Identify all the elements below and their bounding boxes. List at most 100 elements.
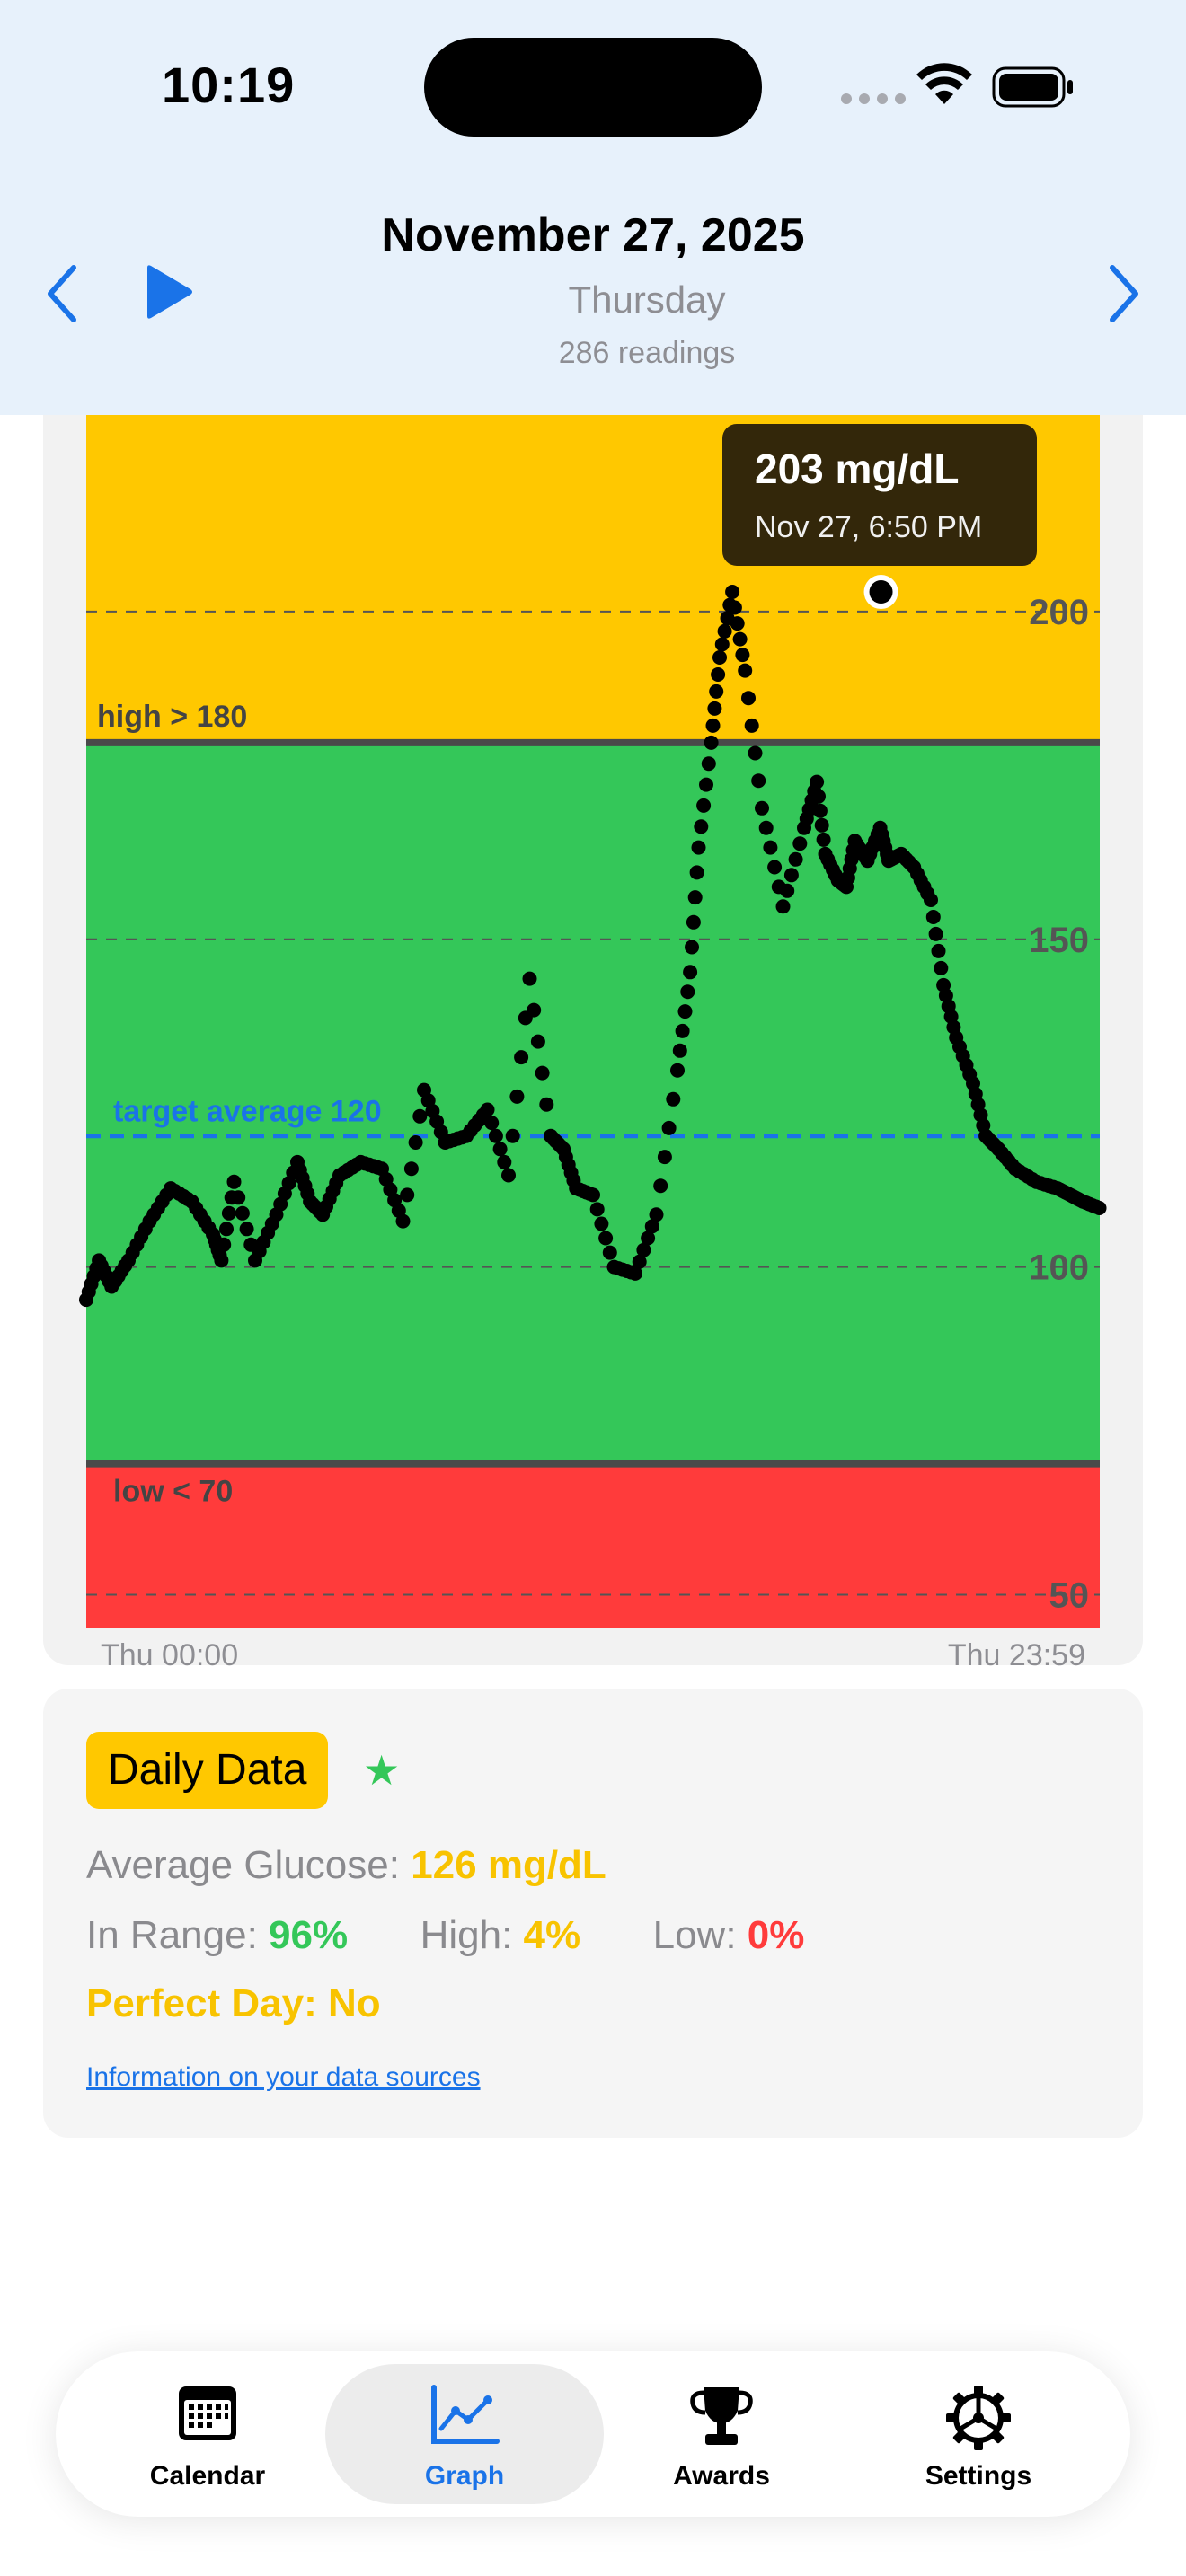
y-tick-label: 50: [1049, 1576, 1090, 1616]
data-point: [931, 943, 946, 958]
data-point: [714, 637, 730, 652]
star-icon: ★: [363, 1747, 401, 1794]
data-point: [814, 817, 829, 833]
data-point: [925, 910, 941, 924]
data-point: [221, 1205, 236, 1221]
signal-icon: [841, 93, 906, 104]
data-point: [598, 1231, 614, 1246]
data-point: [501, 1168, 516, 1183]
data-point: [812, 803, 828, 818]
high-band-label: high > 180: [97, 700, 247, 734]
data-point: [783, 868, 799, 883]
data-point: [709, 684, 724, 699]
y-tick-label: 100: [1029, 1248, 1089, 1288]
data-point: [717, 623, 732, 639]
data-point: [694, 819, 709, 834]
data-point: [705, 718, 721, 733]
average-glucose-row: Average Glucose: 126 mg/dL: [86, 1843, 606, 1888]
data-point: [730, 616, 745, 631]
data-point: [497, 1154, 512, 1169]
data-point: [934, 960, 949, 975]
data-point: [775, 899, 791, 914]
data-point: [727, 600, 742, 615]
band-2: [86, 1463, 1100, 1628]
data-point: [395, 1213, 411, 1229]
data-point: [711, 667, 726, 682]
data-point: [751, 773, 766, 789]
data-point: [480, 1102, 495, 1117]
data-point: [235, 1205, 250, 1221]
data-point: [741, 691, 756, 706]
tab-settings[interactable]: Settings: [839, 2364, 1118, 2504]
perfect-day-status: Perfect Day: No: [86, 1981, 381, 2025]
data-point: [699, 777, 713, 792]
glucose-chart[interactable]: high > 180 low < 70 50 100 150 200 target aver…: [0, 415, 1186, 1672]
data-point: [1092, 1200, 1107, 1215]
data-point: [509, 1089, 525, 1104]
data-point: [792, 836, 808, 851]
data-point: [685, 940, 699, 955]
daily-data-badge: Daily Data: [86, 1732, 329, 1809]
data-point: [226, 1174, 242, 1189]
data-point: [505, 1128, 520, 1143]
data-point: [666, 1091, 681, 1107]
data-point: [735, 648, 750, 663]
data-point: [527, 1002, 542, 1018]
data-point: [701, 756, 716, 772]
data-point: [400, 1187, 415, 1203]
high-value: 4%: [523, 1913, 581, 1957]
target-label: target average 120: [113, 1095, 382, 1129]
data-point: [704, 735, 719, 750]
graph-icon: [431, 2385, 500, 2444]
gear-icon: [946, 2386, 1011, 2450]
data-point: [680, 984, 695, 1000]
data-point: [691, 840, 706, 855]
x-start-label: Thu 00:00: [101, 1638, 238, 1672]
low-value: 0%: [747, 1913, 805, 1957]
data-point: [488, 1128, 503, 1143]
weekday-label: Thursday: [568, 278, 726, 321]
battery-icon: [992, 66, 1073, 108]
data-point: [683, 965, 698, 980]
data-point: [675, 1023, 690, 1038]
data-point: [763, 840, 778, 855]
tab-label: Graph: [424, 2461, 505, 2491]
highlight-point: [869, 580, 893, 604]
calendar-icon: [179, 2386, 236, 2440]
data-point: [657, 1150, 672, 1165]
data-point: [589, 1202, 605, 1217]
date-title: November 27, 2025: [381, 209, 805, 261]
data-sources-link[interactable]: Information on your data sources: [86, 2062, 481, 2093]
data-point: [670, 1063, 685, 1078]
data-point: [239, 1222, 254, 1237]
status-time: 10:19: [162, 57, 296, 113]
data-point: [214, 1253, 229, 1268]
data-point: [748, 745, 763, 761]
data-point: [744, 718, 759, 733]
tab-label: Awards: [673, 2461, 770, 2491]
y-tick-label: 150: [1029, 921, 1089, 960]
data-point: [811, 789, 826, 804]
data-point: [408, 1135, 423, 1150]
data-point: [767, 860, 783, 875]
tab-awards[interactable]: Awards: [582, 2364, 861, 2504]
data-point: [539, 1097, 554, 1112]
data-point: [661, 1120, 677, 1135]
range-stats-row: In Range: 96% High: 4% Low: 0%: [86, 1913, 804, 1958]
low-band-label: low < 70: [113, 1475, 233, 1509]
data-point: [602, 1245, 617, 1260]
data-point: [928, 926, 943, 941]
y-tick-label: 200: [1029, 593, 1089, 632]
data-point: [686, 914, 701, 930]
tab-graph[interactable]: Graph: [325, 2364, 604, 2504]
tab-calendar[interactable]: Calendar: [68, 2364, 347, 2504]
data-point: [687, 890, 703, 905]
data-point: [649, 1207, 664, 1222]
data-point: [217, 1237, 232, 1252]
in-range-value: 96%: [269, 1913, 349, 1957]
data-point: [732, 631, 748, 647]
dynamic-island: [424, 38, 762, 137]
data-point: [522, 971, 537, 986]
high-label: High:: [420, 1913, 513, 1957]
data-point: [677, 1004, 693, 1019]
